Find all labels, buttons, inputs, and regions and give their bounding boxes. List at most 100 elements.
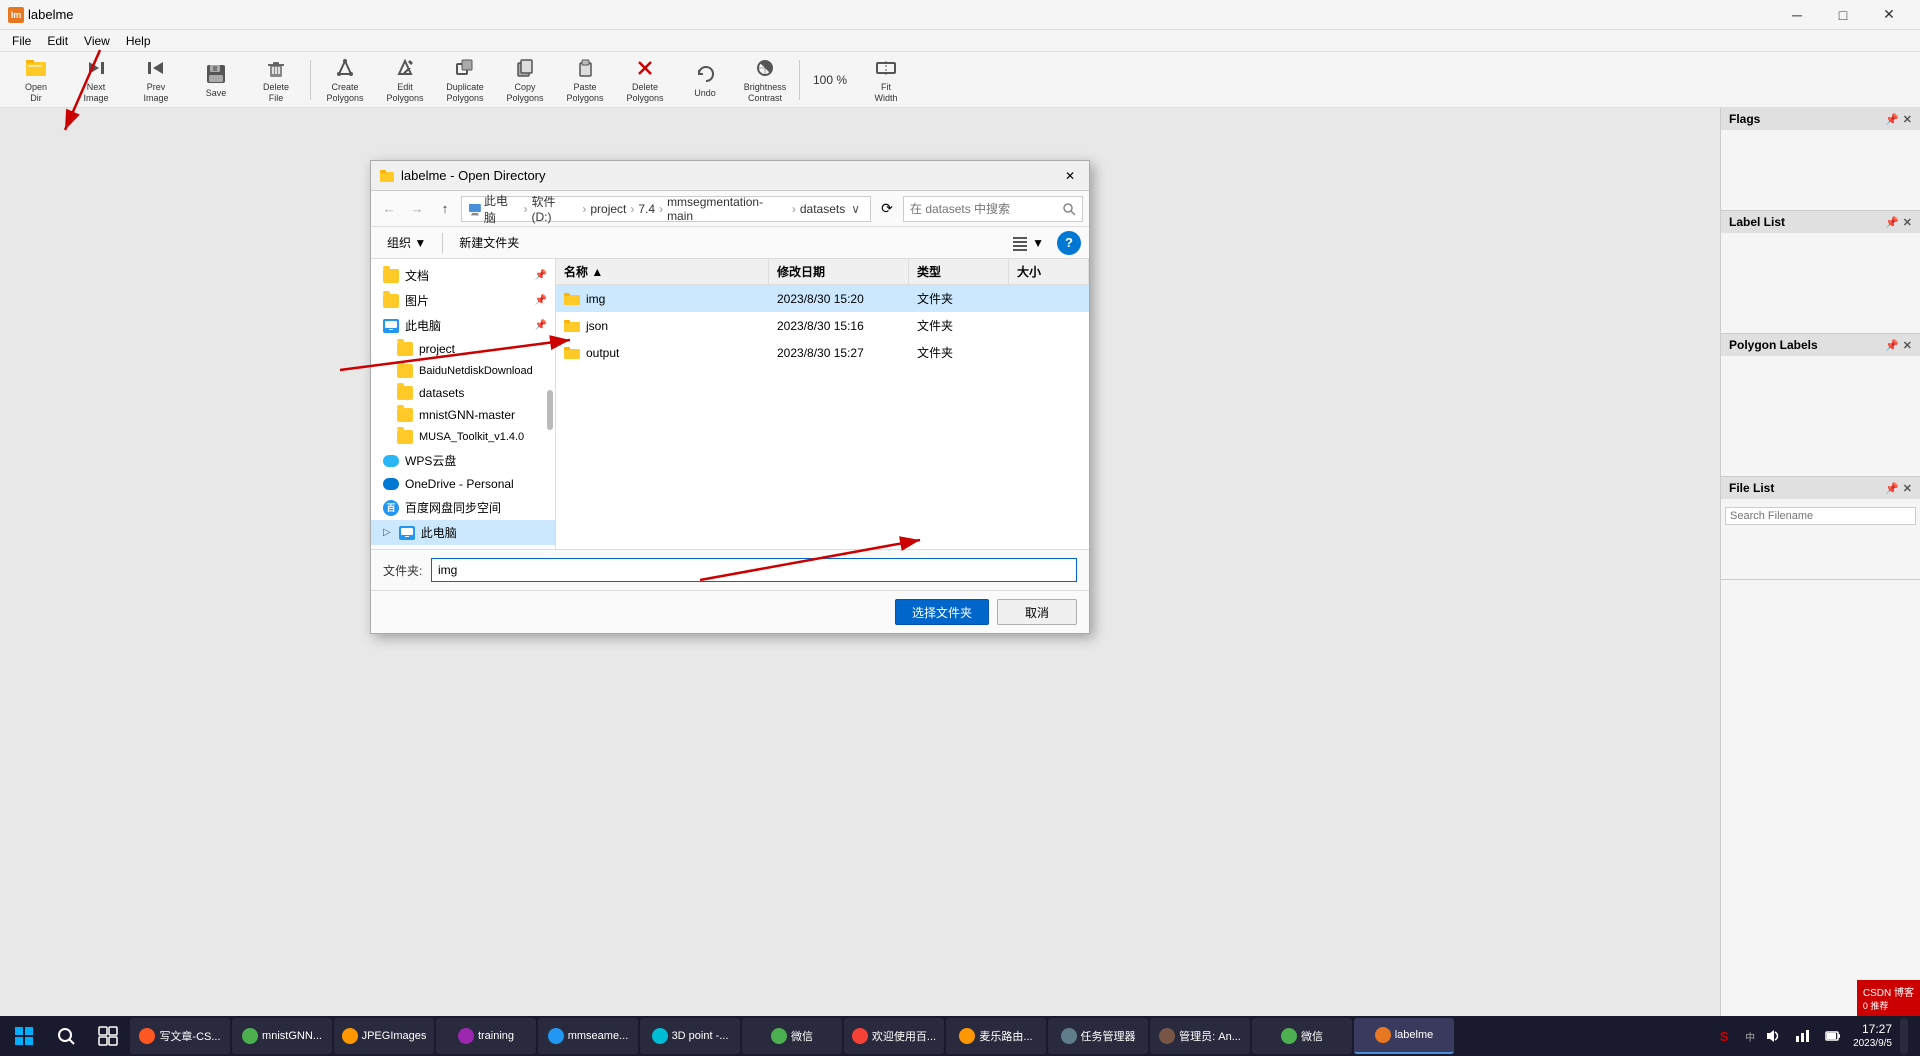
this-pc-selected-icon xyxy=(399,526,415,540)
sidebar-item-baidunetdisk[interactable]: BaiduNetdiskDownload xyxy=(371,360,555,382)
taskbar-item-manager[interactable]: 管理员: An... xyxy=(1150,1018,1250,1054)
menu-edit[interactable]: Edit xyxy=(39,32,76,50)
prev-image-icon xyxy=(144,56,168,80)
breadcrumb-version[interactable]: 7.4 xyxy=(638,202,655,216)
file-list-close-button[interactable]: ✕ xyxy=(1903,482,1912,495)
fit-width-button[interactable]: FitWidth xyxy=(858,55,914,105)
network-status-icon[interactable] xyxy=(1791,1018,1815,1054)
cancel-button[interactable]: 取消 xyxy=(997,599,1077,625)
polygon-labels-pin-button[interactable]: 📌 xyxy=(1885,339,1899,352)
organize-button[interactable]: 组织 ▼ xyxy=(379,232,434,253)
dialog-close-button[interactable]: ✕ xyxy=(1059,165,1081,187)
maximize-button[interactable]: □ xyxy=(1820,0,1866,30)
col-header-date[interactable]: 修改日期 xyxy=(769,259,909,284)
taskbar-item-weixin[interactable]: 微信 xyxy=(742,1018,842,1054)
help-button[interactable]: ? xyxy=(1057,231,1081,255)
sidebar-item-this-pc-selected[interactable]: ▷ 此电脑 xyxy=(371,520,555,545)
search-taskbar-button[interactable] xyxy=(46,1018,86,1054)
zoom-level-display[interactable]: 100 % xyxy=(806,55,854,105)
forward-button[interactable]: → xyxy=(405,197,429,221)
search-input[interactable] xyxy=(910,202,1058,216)
taskbar-item-writing-cs[interactable]: 写文章-CS... xyxy=(130,1018,230,1054)
brightness-contrast-button[interactable]: BrightnessContrast xyxy=(737,55,793,105)
file-list-pin-button[interactable]: 📌 xyxy=(1885,482,1899,495)
prev-image-button[interactable]: PrevImage xyxy=(128,55,184,105)
sidebar-item-onedrive[interactable]: OneDrive - Personal xyxy=(371,473,555,495)
menu-file[interactable]: File xyxy=(4,32,39,50)
refresh-button[interactable]: ⟳ xyxy=(875,197,899,221)
close-button[interactable]: ✕ xyxy=(1866,0,1912,30)
select-folder-button[interactable]: 选择文件夹 xyxy=(895,599,989,625)
manager-icon xyxy=(1159,1028,1175,1044)
breadcrumb-mmseg[interactable]: mmsegmentation-main xyxy=(667,195,788,223)
col-header-size[interactable]: 大小 xyxy=(1009,259,1089,284)
task-view-button[interactable] xyxy=(88,1018,128,1054)
sidebar-item-documents[interactable]: 文档 📌 xyxy=(371,263,555,288)
save-button[interactable]: Save xyxy=(188,55,244,105)
flags-close-button[interactable]: ✕ xyxy=(1903,113,1912,126)
filename-input[interactable] xyxy=(431,558,1077,582)
taskbar-item-task-mgr[interactable]: 任务管理器 xyxy=(1048,1018,1148,1054)
battery-icon[interactable] xyxy=(1821,1018,1845,1054)
breadcrumb-computer[interactable]: 此电脑 xyxy=(484,192,520,226)
file-row-json[interactable]: json 2023/8/30 15:16 文件夹 xyxy=(556,312,1089,339)
breadcrumb-dropdown[interactable]: ∨ xyxy=(847,200,864,218)
sidebar-item-baidu-cloud[interactable]: 百 百度网盘同步空间 xyxy=(371,495,555,520)
menu-help[interactable]: Help xyxy=(118,32,159,50)
sidebar-item-pictures[interactable]: 图片 📌 xyxy=(371,288,555,313)
file-row-output[interactable]: output 2023/8/30 15:27 文件夹 xyxy=(556,339,1089,366)
taskbar-item-labelme[interactable]: labelme xyxy=(1354,1018,1454,1054)
sidebar-item-mnistgnn[interactable]: mnistGNN-master xyxy=(371,404,555,426)
ime-icon[interactable]: S xyxy=(1709,1018,1739,1054)
minimize-button[interactable]: ─ xyxy=(1774,0,1820,30)
dialog-sidebar: 文档 📌 图片 📌 此电脑 📌 project xyxy=(371,259,556,549)
polygon-labels-header: Polygon Labels 📌 ✕ xyxy=(1721,334,1920,356)
label-list-close-button[interactable]: ✕ xyxy=(1903,216,1912,229)
delete-polygons-button[interactable]: DeletePolygons xyxy=(617,55,673,105)
sidebar-item-project[interactable]: project xyxy=(371,338,555,360)
taskbar-item-jpegimages[interactable]: JPEGImages xyxy=(334,1018,434,1054)
taskbar-item-mnistgnn[interactable]: mnistGNN... xyxy=(232,1018,332,1054)
taskbar-item-youjie[interactable]: 欢迎使用百... xyxy=(844,1018,944,1054)
copy-polygons-button[interactable]: CopyPolygons xyxy=(497,55,553,105)
breadcrumb-project[interactable]: project xyxy=(590,202,626,216)
new-folder-button[interactable]: 新建文件夹 xyxy=(451,232,527,253)
file-row-img[interactable]: img 2023/8/30 15:20 文件夹 xyxy=(556,285,1089,312)
taskbar-item-mmseame[interactable]: mmseame... xyxy=(538,1018,638,1054)
keyboard-layout[interactable]: 中 xyxy=(1745,1029,1755,1044)
taskbar-item-3dpoint[interactable]: 3D point -... xyxy=(640,1018,740,1054)
open-dir-button[interactable]: OpenDir xyxy=(8,55,64,105)
back-button[interactable]: ← xyxy=(377,197,401,221)
windows-start-button[interactable] xyxy=(4,1018,44,1054)
dialog-toolbar: 组织 ▼ 新建文件夹 ▼ ? xyxy=(371,227,1089,259)
sidebar-item-datasets[interactable]: datasets xyxy=(371,382,555,404)
show-desktop-button[interactable] xyxy=(1900,1018,1908,1054)
label-list-pin-button[interactable]: 📌 xyxy=(1885,216,1899,229)
col-header-name[interactable]: 名称 ▲ xyxy=(556,259,769,284)
taskbar-item-maile[interactable]: 麦乐路由... xyxy=(946,1018,1046,1054)
delete-file-button[interactable]: DeleteFile xyxy=(248,55,304,105)
polygon-labels-close-button[interactable]: ✕ xyxy=(1903,339,1912,352)
sidebar-item-this-pc[interactable]: 此电脑 📌 xyxy=(371,313,555,338)
next-image-button[interactable]: NextImage xyxy=(68,55,124,105)
breadcrumb-datasets[interactable]: datasets xyxy=(800,202,845,216)
paste-polygons-button[interactable]: PastePolygons xyxy=(557,55,613,105)
sidebar-item-network[interactable]: 网络 xyxy=(371,545,555,549)
undo-button[interactable]: Undo xyxy=(677,55,733,105)
time-display[interactable]: 17:27 2023/9/5 xyxy=(1853,1022,1892,1051)
create-polygons-button[interactable]: CreatePolygons xyxy=(317,55,373,105)
view-toggle-button[interactable]: ▼ xyxy=(1003,232,1053,254)
breadcrumb-drive[interactable]: 软件 (D:) xyxy=(532,193,579,224)
sidebar-item-musa[interactable]: MUSA_Toolkit_v1.4.0 xyxy=(371,426,555,448)
col-header-type[interactable]: 类型 xyxy=(909,259,1009,284)
menu-view[interactable]: View xyxy=(76,32,118,50)
taskbar-item-training[interactable]: training xyxy=(436,1018,536,1054)
taskbar-item-weixin2[interactable]: 微信 xyxy=(1252,1018,1352,1054)
flags-pin-button[interactable]: 📌 xyxy=(1885,113,1899,126)
volume-icon[interactable] xyxy=(1761,1018,1785,1054)
up-button[interactable]: ↑ xyxy=(433,197,457,221)
duplicate-polygons-button[interactable]: DuplicatePolygons xyxy=(437,55,493,105)
file-search-input[interactable] xyxy=(1725,507,1916,525)
edit-polygons-button[interactable]: EditPolygons xyxy=(377,55,433,105)
sidebar-item-wps-cloud[interactable]: WPS云盘 xyxy=(371,448,555,473)
